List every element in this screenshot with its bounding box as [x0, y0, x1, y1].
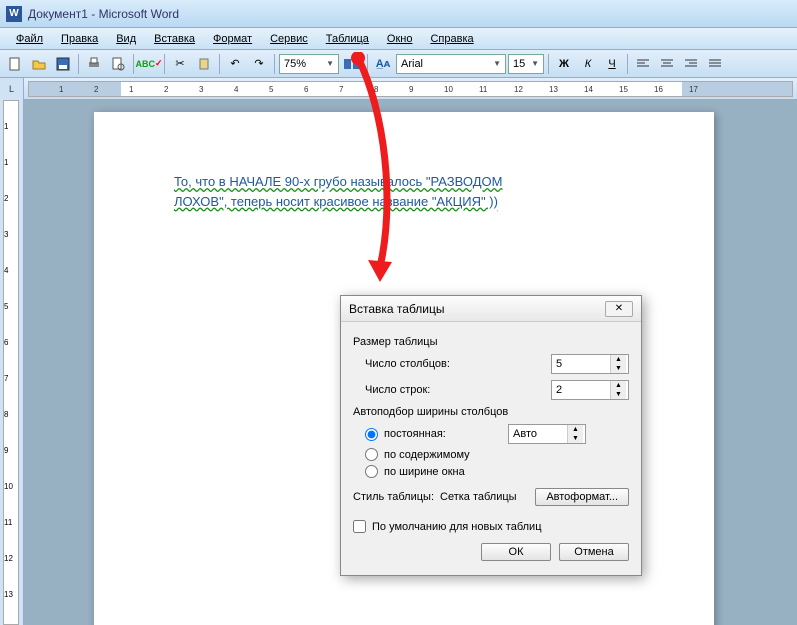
remember-row: По умолчанию для новых таблиц	[353, 520, 629, 533]
style-value: Сетка таблицы	[440, 491, 517, 503]
toolbar-separator	[274, 54, 275, 74]
radio-content[interactable]	[365, 448, 378, 461]
insert-table-dialog: Вставка таблицы ✕ Размер таблицы Число с…	[340, 295, 642, 576]
align-right-button[interactable]	[680, 53, 702, 75]
cancel-button[interactable]: Отмена	[559, 543, 629, 561]
spin-up-icon[interactable]: ▲	[611, 381, 626, 390]
zoom-combo[interactable]: 75%▼	[279, 54, 339, 74]
group-table-size-label: Размер таблицы	[353, 336, 629, 348]
toolbar-separator	[219, 54, 220, 74]
toolbar-separator	[133, 54, 134, 74]
bold-button[interactable]: Ж	[553, 53, 575, 75]
vertical-ruler[interactable]: 112345678910111213	[0, 100, 24, 625]
rows-spinner[interactable]: ▲▼	[551, 380, 629, 400]
radio-content-label[interactable]: по содержимому	[384, 449, 470, 461]
chevron-down-icon: ▼	[531, 59, 539, 68]
open-button[interactable]	[28, 53, 50, 75]
menu-tools[interactable]: Сервис	[262, 31, 316, 47]
dialog-title: Вставка таблицы	[349, 302, 445, 316]
menu-help[interactable]: Справка	[422, 31, 481, 47]
toolbar-separator	[164, 54, 165, 74]
menu-table[interactable]: Таблица	[318, 31, 377, 47]
fixed-width-spinner[interactable]: ▲▼	[508, 424, 586, 444]
columns-input[interactable]	[552, 358, 610, 370]
chevron-down-icon: ▼	[493, 59, 501, 68]
print-button[interactable]	[83, 53, 105, 75]
rows-row: Число строк: ▲▼	[365, 380, 629, 400]
undo-button[interactable]: ↶	[224, 53, 246, 75]
toolbar-separator	[627, 54, 628, 74]
rows-input[interactable]	[552, 384, 610, 396]
menu-format[interactable]: Формат	[205, 31, 260, 47]
justify-button[interactable]	[704, 53, 726, 75]
toolbar-separator	[78, 54, 79, 74]
spin-down-icon[interactable]: ▼	[611, 364, 626, 373]
horizontal-ruler-row: L 121234567891011121314151617	[0, 78, 797, 100]
radio-window[interactable]	[365, 465, 378, 478]
ruler-inner	[3, 100, 19, 625]
chevron-down-icon: ▼	[326, 59, 334, 68]
document-text-line[interactable]: То, что в НАЧАЛЕ 90-х грубо называлось "…	[174, 172, 634, 192]
radio-window-row: по ширине окна	[365, 465, 629, 478]
italic-button[interactable]: К	[577, 53, 599, 75]
menu-insert[interactable]: Вставка	[146, 31, 203, 47]
styles-button[interactable]: A̲ᴀ	[372, 53, 394, 75]
remember-checkbox[interactable]	[353, 520, 366, 533]
new-doc-button[interactable]	[4, 53, 26, 75]
document-text-line[interactable]: ЛОХОВ", теперь носит красивое название "…	[174, 192, 634, 212]
menu-edit[interactable]: Правка	[53, 31, 106, 47]
spin-up-icon[interactable]: ▲	[568, 425, 583, 434]
font-combo[interactable]: Arial▼	[396, 54, 506, 74]
ruler-margin-right	[682, 82, 792, 96]
window-title: Документ1 - Microsoft Word	[28, 7, 179, 21]
menu-bar: Файл Правка Вид Вставка Формат Сервис Та…	[0, 28, 797, 50]
ruler-margin-left	[29, 82, 121, 96]
dialog-close-button[interactable]: ✕	[605, 301, 633, 317]
remember-label[interactable]: По умолчанию для новых таблиц	[372, 521, 542, 533]
radio-window-label[interactable]: по ширине окна	[384, 466, 465, 478]
menu-window[interactable]: Окно	[379, 31, 421, 47]
menu-file[interactable]: Файл	[8, 31, 51, 47]
autoformat-button[interactable]: Автоформат...	[535, 488, 629, 506]
spin-down-icon[interactable]: ▼	[611, 390, 626, 399]
toolbar: ABC✓ ✂ ↶ ↷ 75%▼ A̲ᴀ Arial▼ 15▼ Ж К Ч	[0, 50, 797, 78]
columns-spinner[interactable]: ▲▼	[551, 354, 629, 374]
table-style-row: Стиль таблицы: Сетка таблицы Автоформат.…	[353, 488, 629, 506]
toolbar-separator	[367, 54, 368, 74]
word-app-icon: W	[6, 6, 22, 22]
font-size-combo[interactable]: 15▼	[508, 54, 544, 74]
dialog-titlebar[interactable]: Вставка таблицы ✕	[341, 296, 641, 322]
radio-fixed[interactable]	[365, 428, 378, 441]
spin-up-icon[interactable]: ▲	[611, 355, 626, 364]
align-left-button[interactable]	[632, 53, 654, 75]
group-autofit-label: Автоподбор ширины столбцов	[353, 406, 629, 418]
redo-button[interactable]: ↷	[248, 53, 270, 75]
save-button[interactable]	[52, 53, 74, 75]
radio-fixed-row: постоянная: ▲▼	[365, 424, 629, 444]
columns-row: Число столбцов: ▲▼	[365, 354, 629, 374]
paste-button[interactable]	[193, 53, 215, 75]
style-label: Стиль таблицы:	[353, 491, 434, 503]
cut-button[interactable]: ✂	[169, 53, 191, 75]
menu-view[interactable]: Вид	[108, 31, 144, 47]
radio-content-row: по содержимому	[365, 448, 629, 461]
fixed-width-input[interactable]	[509, 428, 567, 440]
horizontal-ruler[interactable]: 121234567891011121314151617	[28, 81, 793, 97]
preview-button[interactable]	[107, 53, 129, 75]
columns-label: Число столбцов:	[365, 358, 551, 370]
toolbar-separator	[548, 54, 549, 74]
ok-button[interactable]: ОК	[481, 543, 551, 561]
radio-fixed-label[interactable]: постоянная:	[384, 428, 502, 440]
read-mode-button[interactable]	[341, 53, 363, 75]
align-center-button[interactable]	[656, 53, 678, 75]
rows-label: Число строк:	[365, 384, 551, 396]
window-titlebar: W Документ1 - Microsoft Word	[0, 0, 797, 28]
spellcheck-button[interactable]: ABC✓	[138, 53, 160, 75]
spin-down-icon[interactable]: ▼	[568, 434, 583, 443]
ruler-corner: L	[0, 78, 24, 100]
dialog-buttons: ОК Отмена	[353, 543, 629, 565]
underline-button[interactable]: Ч	[601, 53, 623, 75]
dialog-body: Размер таблицы Число столбцов: ▲▼ Число …	[341, 322, 641, 575]
